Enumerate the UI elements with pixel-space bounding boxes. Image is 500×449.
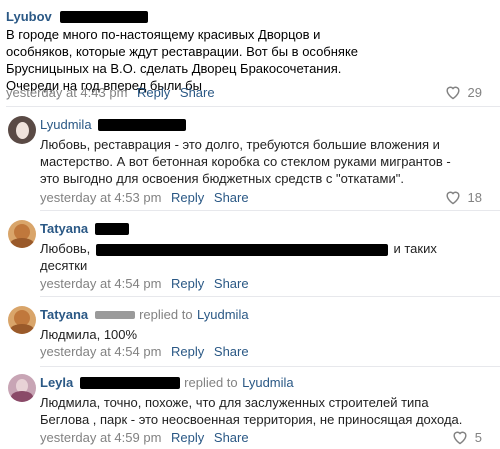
reply-button[interactable]: Reply [171, 276, 204, 291]
comment-text: В городе много по-настоящему красивых Дв… [6, 27, 359, 93]
redacted-link[interactable] [95, 243, 388, 256]
timestamp[interactable]: yesterday at 4:43 pm [6, 85, 127, 100]
redacted-surname [60, 10, 149, 23]
redacted-surname [94, 222, 129, 235]
comment-text-line2: десятки [40, 258, 88, 273]
like-count: 5 [474, 429, 482, 445]
reply-button[interactable]: Reply [171, 430, 204, 445]
comment-2: Lyudmila Любовь, реставрация - это долго… [0, 106, 500, 210]
like-count: 18 [467, 189, 482, 205]
heart-outline-icon [445, 86, 460, 100]
reply-button[interactable]: Reply [171, 344, 204, 359]
redacted-surname [79, 376, 180, 389]
comment-text: Людмила, 100% [40, 327, 138, 342]
like-button[interactable]: 5 [451, 429, 482, 445]
replied-to-link[interactable]: Lyudmila [242, 375, 294, 390]
comment-text: Любовь, реставрация - это долго, требуют… [40, 137, 451, 186]
avatar[interactable] [8, 374, 36, 402]
comment-3-header: Tatyana [40, 220, 129, 238]
timestamp[interactable]: yesterday at 4:54 pm [40, 276, 161, 291]
avatar[interactable] [8, 116, 36, 144]
reply-button[interactable]: Reply [137, 85, 170, 100]
avatar[interactable] [8, 306, 36, 334]
author-name[interactable]: Lyubov [6, 9, 52, 24]
comment-text-end: и таких [393, 241, 437, 256]
comment-4: Tatyana replied to Lyudmila Людмила, 100… [0, 296, 500, 366]
comment-meta: yesterday at 4:59 pm Reply Share [40, 430, 249, 445]
author-name[interactable]: Tatyana [40, 307, 88, 322]
timestamp[interactable]: yesterday at 4:54 pm [40, 344, 161, 359]
share-button[interactable]: Share [214, 276, 249, 291]
redacted-surname [98, 118, 186, 131]
comment-meta: yesterday at 4:54 pm Reply Share [40, 276, 249, 291]
timestamp[interactable]: yesterday at 4:59 pm [40, 430, 161, 445]
like-button[interactable]: 18 [444, 189, 482, 205]
author-name[interactable]: Lyudmila [40, 117, 92, 132]
share-button[interactable]: Share [214, 430, 249, 445]
comment-meta: yesterday at 4:53 pm Reply Share [40, 190, 249, 205]
comment-meta: yesterday at 4:43 pm Reply Share [6, 85, 215, 100]
replied-to-link[interactable]: Lyudmila [197, 307, 249, 322]
comment-3: Tatyana Любовь, и таких десятки yesterda… [0, 210, 500, 296]
heart-outline-icon [453, 431, 467, 445]
heart-outline-icon [445, 191, 460, 205]
replied-label: replied to [139, 307, 193, 322]
comment-1-header: Lyubov [6, 8, 149, 26]
share-button[interactable]: Share [214, 344, 249, 359]
comment-5-header: Leyla replied to Lyudmila [40, 374, 294, 392]
reply-button[interactable]: Reply [171, 190, 204, 205]
comment-text: Людмила, точно, похоже, что для заслужен… [40, 395, 463, 427]
comment-4-header: Tatyana replied to Lyudmila [40, 306, 249, 324]
comment-meta: yesterday at 4:54 pm Reply Share [40, 344, 249, 359]
author-name[interactable]: Leyla [40, 375, 73, 390]
like-count: 29 [467, 84, 482, 100]
comment-text: Любовь, и таких десятки [40, 240, 480, 274]
like-button[interactable]: 29 [444, 84, 482, 100]
replied-label: replied to [184, 375, 238, 390]
redacted-surname [94, 310, 135, 319]
author-name[interactable]: Tatyana [40, 221, 88, 236]
share-button[interactable]: Share [214, 190, 249, 205]
avatar[interactable] [8, 220, 36, 248]
comment-5: Leyla replied to Lyudmila Людмила, точно… [0, 366, 500, 449]
comment-text-start: Любовь, [40, 241, 91, 256]
share-button[interactable]: Share [180, 85, 215, 100]
timestamp[interactable]: yesterday at 4:53 pm [40, 190, 161, 205]
comment-2-header: Lyudmila [40, 116, 186, 134]
comment-1: Lyubov В городе много по-настоящему крас… [0, 0, 500, 104]
